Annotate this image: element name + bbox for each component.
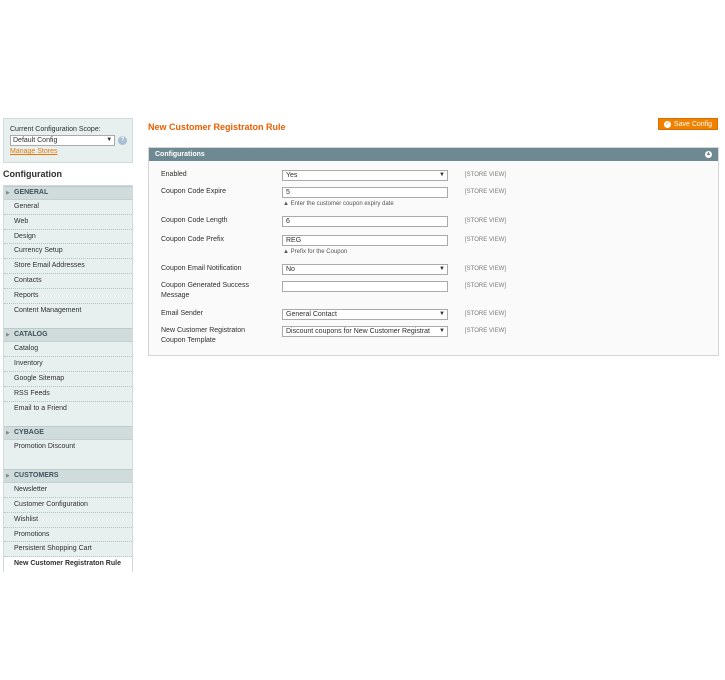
field-label: New Customer Registraton Coupon Template: [161, 327, 246, 344]
sidebar-group-header[interactable]: ▶ CYBAGE: [4, 426, 132, 441]
sidebar-item-promotions[interactable]: Promotions: [4, 528, 132, 543]
field-label: Email Sender: [161, 310, 204, 317]
scope-badge: [STORE VIEW]: [465, 237, 506, 243]
coupon-success-message-input[interactable]: [282, 281, 448, 292]
chevron-down-icon: ▼: [439, 311, 445, 317]
coupon-template-select[interactable]: Discount coupons for New Customer Regist…: [282, 326, 448, 337]
triangle-right-icon: ▶: [6, 430, 10, 437]
sidebar-item-newsletter[interactable]: Newsletter: [4, 483, 132, 498]
sidebar-item-design[interactable]: Design: [4, 230, 132, 245]
page-title: New Customer Registraton Rule: [148, 122, 286, 132]
save-config-label: Save Config: [673, 120, 713, 128]
email-sender-select[interactable]: General Contact ▼: [282, 309, 448, 320]
coupon-code-prefix-input[interactable]: REG: [282, 235, 448, 246]
save-config-button[interactable]: ✓ Save Config: [658, 118, 718, 130]
field-note: ▲ Enter the customer coupon expiry date: [283, 201, 394, 207]
sidebar-group-header[interactable]: ▶ CATALOG: [4, 328, 132, 343]
sidebar-item-inventory[interactable]: Inventory: [4, 357, 132, 372]
sidebar-item-general[interactable]: General: [4, 200, 132, 215]
sidebar: Current Configuration Scope: Default Con…: [3, 118, 133, 572]
sidebar-group-header[interactable]: ▶ CUSTOMERS: [4, 469, 132, 484]
scope-badge: [STORE VIEW]: [465, 283, 506, 289]
scope-switcher: Current Configuration Scope: Default Con…: [3, 118, 133, 162]
scope-badge: [STORE VIEW]: [465, 218, 506, 224]
sidebar-item-currency-setup[interactable]: Currency Setup: [4, 244, 132, 260]
enabled-select[interactable]: Yes ▼: [282, 170, 448, 181]
sidebar-item-catalog[interactable]: Catalog: [4, 342, 132, 358]
manage-stores-link[interactable]: Manage Stores: [10, 148, 127, 155]
sidebar-group-cybage: ▶ CYBAGE Promotion Discount: [3, 426, 133, 456]
sidebar-group-customers: ▶ CUSTOMERS Newsletter Customer Configura…: [3, 469, 133, 572]
field-label: Coupon Code Length: [161, 217, 228, 224]
scope-badge: [STORE VIEW]: [465, 311, 506, 317]
sidebar-item-reports[interactable]: Reports: [4, 289, 132, 304]
triangle-right-icon: ▶: [6, 332, 10, 339]
field-label: Enabled: [161, 171, 187, 178]
scope-badge: [STORE VIEW]: [465, 266, 506, 272]
sidebar-item-store-email-addresses[interactable]: Store Email Addresses: [4, 259, 132, 274]
sidebar-item-wishlist[interactable]: Wishlist: [4, 513, 132, 528]
triangle-right-icon: ▶: [6, 190, 10, 196]
sidebar-item-google-sitemap[interactable]: Google Sitemap: [4, 372, 132, 387]
scope-label: Current Configuration Scope:: [10, 126, 101, 133]
coupon-email-notification-select[interactable]: No ▼: [282, 264, 448, 275]
sidebar-item-promotion-discount[interactable]: Promotion Discount: [4, 440, 132, 455]
scope-badge: [STORE VIEW]: [465, 189, 506, 195]
chevron-down-icon: ▼: [439, 172, 445, 178]
sidebar-item-email-to-a-friend[interactable]: Email to a Friend: [4, 402, 132, 417]
field-label: Coupon Code Prefix: [161, 236, 225, 243]
fieldset-title: Configurations: [155, 151, 205, 158]
field-label: Coupon Code Expire: [161, 188, 226, 195]
coupon-code-length-input[interactable]: 6: [282, 216, 448, 227]
save-icon: ✓: [663, 120, 671, 128]
field-label: Coupon Generated Success Message: [161, 282, 249, 299]
sidebar-item-content-management[interactable]: Content Management: [4, 304, 132, 319]
sidebar-group-header[interactable]: ▶ GENERAL: [4, 186, 132, 200]
chevron-down-icon: ▼: [106, 137, 113, 143]
chevron-down-icon: ▼: [439, 266, 445, 272]
collapse-icon[interactable]: ▲: [705, 151, 712, 158]
field-note: ▲ Prefix for the Coupon: [283, 249, 348, 255]
triangle-right-icon: ▶: [6, 473, 10, 480]
sidebar-item-rss-feeds[interactable]: RSS Feeds: [4, 387, 132, 402]
sidebar-group-catalog: ▶ CATALOG Catalog Inventory Google Sitema…: [3, 328, 133, 417]
chevron-down-icon: ▼: [438, 327, 445, 336]
sidebar-item-web[interactable]: Web: [4, 215, 132, 230]
sidebar-item-persistent-shopping-cart[interactable]: Persistent Shopping Cart: [4, 542, 132, 558]
sidebar-item-contacts[interactable]: Contacts: [4, 274, 132, 289]
scope-select-value: Default Config: [13, 137, 58, 144]
scope-badge: [STORE VIEW]: [465, 328, 506, 334]
field-label: Coupon Email Notification: [161, 265, 242, 272]
fieldset-header[interactable]: Configurations ▲: [149, 148, 718, 161]
scope-badge: [STORE VIEW]: [465, 172, 506, 178]
sidebar-group-general: ▶ GENERAL General Web Design Currency Set…: [3, 186, 133, 319]
coupon-code-expire-input[interactable]: 5: [282, 187, 448, 198]
sidebar-item-customer-configuration[interactable]: Customer Configuration: [4, 498, 132, 513]
help-icon[interactable]: ?: [118, 136, 127, 145]
configurations-fieldset: Configurations ▲ Enabled Yes ▼ [STORE VI…: [148, 147, 719, 356]
sidebar-item-new-customer-registraton-rule[interactable]: New Customer Registraton Rule: [4, 557, 132, 572]
scope-select[interactable]: Default Config ▼: [10, 135, 116, 146]
config-title: Configuration: [3, 162, 133, 186]
